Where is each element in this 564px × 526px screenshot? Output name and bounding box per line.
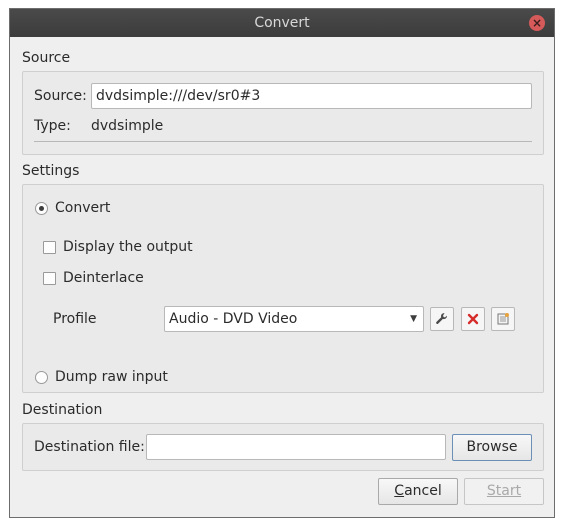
cancel-mnemonic: C — [394, 483, 405, 499]
dump-raw-radio[interactable] — [35, 371, 48, 384]
source-section-label: Source — [22, 50, 71, 66]
new-profile-button[interactable] — [491, 307, 515, 331]
new-profile-icon — [497, 313, 509, 325]
destination-group: Destination file: Browse — [22, 423, 544, 471]
settings-section-label: Settings — [22, 163, 80, 179]
close-icon[interactable]: × — [529, 15, 545, 31]
deinterlace-checkbox[interactable] — [43, 272, 56, 285]
wrench-icon — [436, 313, 447, 324]
delete-x-icon — [467, 313, 479, 325]
convert-label[interactable]: Convert — [55, 200, 110, 216]
source-input[interactable]: dvdsimple:///dev/sr0#3 — [91, 83, 532, 109]
dump-raw-label[interactable]: Dump raw input — [55, 369, 168, 385]
profile-select-value: Audio - DVD Video — [169, 311, 298, 327]
profile-select[interactable]: Audio - DVD Video ▼ — [164, 306, 424, 332]
destination-file-label: Destination file: — [34, 439, 145, 455]
destination-file-input[interactable] — [146, 434, 446, 460]
chevron-down-icon: ▼ — [410, 314, 417, 324]
delete-profile-button[interactable] — [461, 307, 485, 331]
cancel-rest: ancel — [404, 483, 442, 499]
settings-group: Convert Display the output Deinterlace P… — [22, 184, 544, 393]
source-group: Source: dvdsimple:///dev/sr0#3 Type: dvd… — [22, 71, 544, 155]
source-divider — [34, 141, 532, 142]
destination-section-label: Destination — [22, 402, 103, 418]
start-label: Start — [486, 483, 522, 499]
profile-label: Profile — [53, 311, 97, 327]
display-output-label[interactable]: Display the output — [63, 239, 193, 255]
convert-dialog: Convert × Source Source: dvdsimple:///de… — [9, 8, 555, 518]
browse-button[interactable]: Browse — [452, 434, 532, 461]
type-label: Type: — [34, 118, 71, 134]
convert-radio[interactable] — [35, 202, 48, 215]
source-label: Source: — [34, 88, 87, 104]
display-output-checkbox[interactable] — [43, 241, 56, 254]
window-title: Convert — [254, 15, 310, 31]
deinterlace-label[interactable]: Deinterlace — [63, 270, 144, 286]
type-value: dvdsimple — [91, 118, 164, 134]
edit-profile-button[interactable] — [430, 307, 454, 331]
start-button[interactable]: Start — [464, 478, 544, 505]
title-bar: Convert × — [10, 9, 554, 37]
cancel-button[interactable]: Cancel — [378, 478, 458, 505]
